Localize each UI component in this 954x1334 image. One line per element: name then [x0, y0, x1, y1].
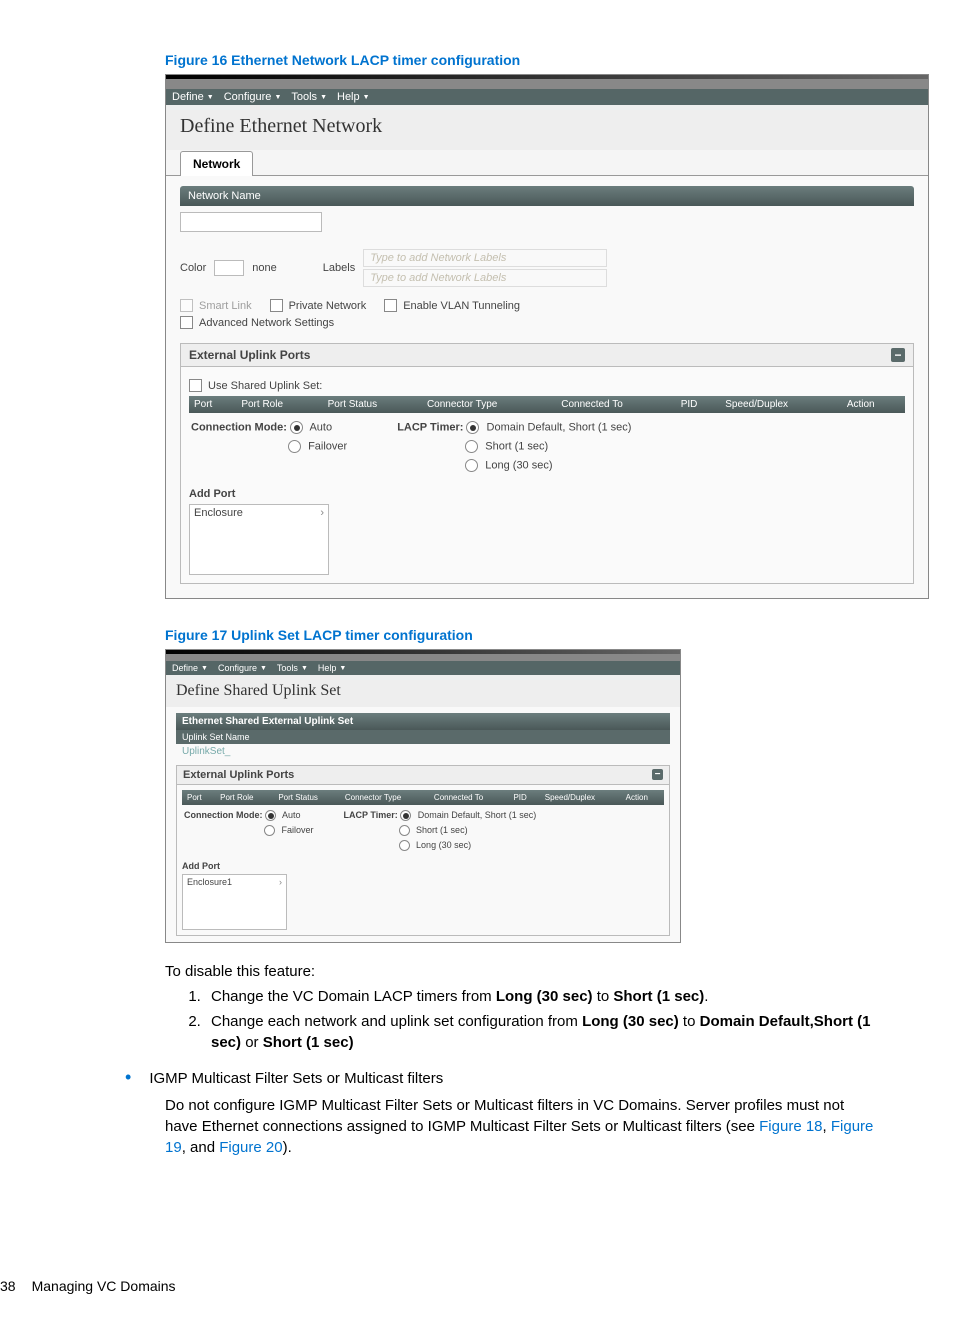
page-title-2: Define Shared Uplink Set: [166, 675, 680, 707]
short-label-2: Short (1 sec): [416, 825, 468, 835]
menu-help[interactable]: Help ▼: [318, 663, 346, 673]
link-figure-18[interactable]: Figure 18: [759, 1118, 822, 1135]
uplink-set-name-value[interactable]: UplinkSet_: [176, 744, 670, 759]
add-port-selector[interactable]: Enclosure ›: [189, 504, 329, 575]
ethernet-shared-header: Ethernet Shared External Uplink Set: [176, 713, 670, 730]
short-label: Short (1 sec): [485, 440, 548, 452]
smart-link-label: Smart Link: [199, 300, 252, 312]
step-1: Change the VC Domain LACP timers from Lo…: [205, 986, 874, 1007]
collapse-icon[interactable]: −: [891, 348, 905, 362]
long-label: Long (30 sec): [485, 459, 552, 471]
chevron-right-icon: ›: [320, 507, 324, 572]
labels-input-1[interactable]: Type to add Network Labels: [363, 249, 607, 267]
menu-define[interactable]: Define ▼: [172, 663, 208, 673]
chevron-right-icon: ›: [279, 877, 282, 927]
checkbox-advanced-settings[interactable]: [180, 316, 193, 329]
figure17-caption: Figure 17 Uplink Set LACP timer configur…: [165, 627, 874, 643]
columns-header-row-2: Port Port Role Port Status Connector Typ…: [182, 790, 664, 805]
long-label-2: Long (30 sec): [416, 840, 471, 850]
chevron-down-icon: ▼: [363, 94, 370, 101]
checkbox-use-shared-uplink[interactable]: [189, 379, 202, 392]
chevron-down-icon: ▼: [201, 665, 208, 672]
collapse-icon[interactable]: −: [652, 769, 663, 780]
color-swatch[interactable]: [214, 260, 244, 276]
auto-label-2: Auto: [282, 810, 301, 820]
external-uplink-ports-header-2: External Uplink Ports −: [176, 765, 670, 785]
failover-label-2: Failover: [282, 825, 314, 835]
columns-header-row: Port Port Role Port Status Connector Typ…: [189, 396, 905, 413]
figure17-screenshot: Define ▼ Configure ▼ Tools ▼ Help ▼ Defi…: [165, 649, 681, 943]
menubar-2: Define ▼ Configure ▼ Tools ▼ Help ▼: [166, 661, 680, 675]
use-shared-uplink-label: Use Shared Uplink Set:: [208, 380, 322, 392]
menu-help[interactable]: Help ▼: [337, 91, 370, 103]
radio-short[interactable]: [465, 440, 478, 453]
bullet-icon: •: [125, 1068, 131, 1086]
figure16-caption: Figure 16 Ethernet Network LACP timer co…: [165, 52, 874, 68]
bullet-text: IGMP Multicast Filter Sets or Multicast …: [149, 1068, 443, 1089]
radio-domain-default[interactable]: [466, 421, 479, 434]
labels-input-2[interactable]: Type to add Network Labels: [363, 269, 607, 287]
domain-default-label-2: Domain Default, Short (1 sec): [418, 810, 537, 820]
radio-short-2[interactable]: [399, 825, 410, 836]
figure16-screenshot: Define ▼ Configure ▼ Tools ▼ Help ▼ Defi…: [165, 74, 929, 599]
radio-auto[interactable]: [290, 421, 303, 434]
color-label: Color: [180, 262, 206, 274]
add-port-label-2: Add Port: [182, 861, 664, 871]
menu-define[interactable]: Define ▼: [172, 91, 214, 103]
disable-feature-intro: To disable this feature:: [165, 961, 874, 982]
chevron-down-icon: ▼: [207, 94, 214, 101]
add-port-label: Add Port: [189, 488, 905, 500]
chevron-down-icon: ▼: [274, 94, 281, 101]
auto-label: Auto: [309, 421, 332, 433]
chevron-down-icon: ▼: [260, 665, 267, 672]
checkbox-vlan-tunnel[interactable]: [384, 299, 397, 312]
chevron-down-icon: ▼: [320, 94, 327, 101]
menu-tools[interactable]: Tools ▼: [291, 91, 327, 103]
page-number: 38: [0, 1278, 16, 1294]
chevron-down-icon: ▼: [339, 665, 346, 672]
add-port-selector-2[interactable]: Enclosure1 ›: [182, 874, 287, 930]
igmp-paragraph: Do not configure IGMP Multicast Filter S…: [165, 1095, 874, 1158]
domain-default-label: Domain Default, Short (1 sec): [487, 421, 632, 433]
network-name-input[interactable]: [180, 212, 322, 232]
checkbox-private-network[interactable]: [270, 299, 283, 312]
labels-label: Labels: [323, 262, 355, 274]
radio-failover[interactable]: [288, 440, 301, 453]
footer-title: Managing VC Domains: [32, 1278, 176, 1294]
color-value: none: [252, 262, 276, 274]
external-uplink-ports-header: External Uplink Ports −: [180, 343, 914, 367]
menu-configure[interactable]: Configure ▼: [218, 663, 267, 673]
chevron-down-icon: ▼: [301, 665, 308, 672]
menu-configure[interactable]: Configure ▼: [224, 91, 282, 103]
network-name-header: Network Name: [180, 186, 914, 206]
private-network-label: Private Network: [289, 300, 367, 312]
radio-long-2[interactable]: [399, 840, 410, 851]
uplink-set-name-label: Uplink Set Name: [176, 730, 670, 744]
step-2: Change each network and uplink set confi…: [205, 1011, 874, 1053]
advanced-settings-label: Advanced Network Settings: [199, 317, 334, 329]
checkbox-smart-link: [180, 299, 193, 312]
connection-mode-label-2: Connection Mode:: [184, 810, 263, 820]
radio-long[interactable]: [465, 459, 478, 472]
radio-domain-default-2[interactable]: [400, 810, 411, 821]
lacp-timer-label: LACP Timer:: [397, 421, 463, 433]
failover-label: Failover: [308, 440, 347, 452]
menubar: Define ▼ Configure ▼ Tools ▼ Help ▼: [166, 89, 928, 105]
link-figure-20[interactable]: Figure 20: [219, 1139, 282, 1156]
page-title: Define Ethernet Network: [166, 105, 928, 150]
lacp-timer-label-2: LACP Timer:: [344, 810, 398, 820]
radio-failover-2[interactable]: [264, 825, 275, 836]
tab-network[interactable]: Network: [180, 151, 253, 176]
radio-auto-2[interactable]: [265, 810, 276, 821]
vlan-tunnel-label: Enable VLAN Tunneling: [403, 300, 520, 312]
connection-mode-label: Connection Mode:: [191, 421, 287, 433]
menu-tools[interactable]: Tools ▼: [277, 663, 308, 673]
